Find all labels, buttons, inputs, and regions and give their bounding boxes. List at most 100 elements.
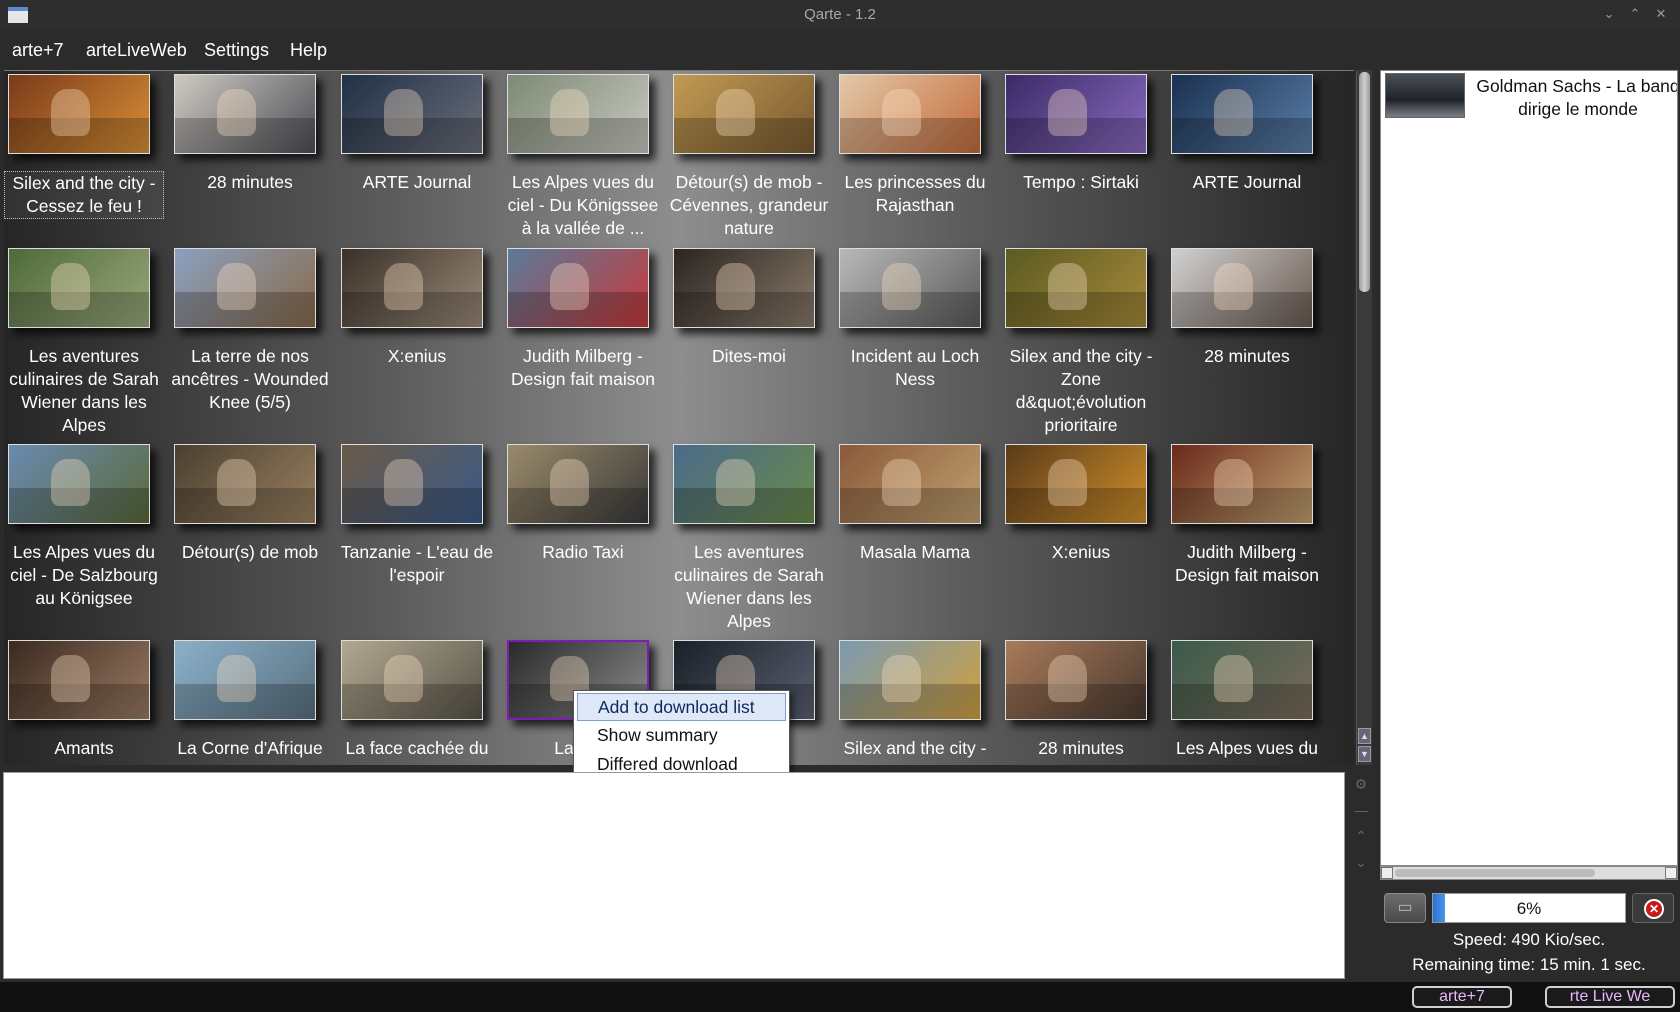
move-up-icon[interactable]: ⌃	[1353, 828, 1369, 844]
cancel-download-button[interactable]: ✕	[1632, 893, 1674, 923]
download-thumbnail	[1385, 73, 1465, 118]
video-thumbnail[interactable]	[341, 444, 483, 524]
window-title: Qarte - 1.2	[804, 6, 876, 23]
video-thumbnail[interactable]	[174, 248, 316, 328]
download-speed: Speed: 490 Kio/sec.	[1452, 930, 1606, 949]
video-title: Silex and the city - Cessez le feu !	[4, 171, 164, 219]
scrollbar-handle[interactable]	[1359, 72, 1370, 292]
video-thumbnail[interactable]	[1171, 248, 1313, 328]
video-title: Détour(s) de mob	[181, 542, 319, 562]
thumbnail-figure	[51, 89, 91, 136]
video-title: 28 minutes	[207, 172, 293, 192]
download-progress-bar: 6%	[1432, 893, 1626, 923]
progress-text: 6%	[1516, 899, 1542, 918]
thumbnail-figure	[1214, 655, 1254, 702]
move-down-icon[interactable]: ⌄	[1353, 854, 1369, 870]
video-thumbnail[interactable]	[1005, 248, 1147, 328]
video-thumbnail[interactable]	[1171, 444, 1313, 524]
hscrollbar-handle[interactable]	[1395, 869, 1595, 877]
video-thumbnail[interactable]	[174, 640, 316, 720]
video-thumbnail[interactable]	[507, 444, 649, 524]
video-thumbnail[interactable]	[673, 444, 815, 524]
download-list-hscrollbar[interactable]	[1380, 866, 1678, 880]
menu-arte7[interactable]: arte+7	[12, 40, 64, 61]
video-thumbnail[interactable]	[8, 640, 150, 720]
grid-scrollbar[interactable]: ▲ ▼	[1356, 70, 1372, 765]
minus-icon[interactable]: —	[1353, 802, 1369, 818]
video-thumbnail[interactable]	[673, 248, 815, 328]
video-title: Masala Mama	[860, 542, 970, 562]
video-thumbnail[interactable]	[839, 640, 981, 720]
video-thumbnail[interactable]	[1171, 640, 1313, 720]
show-summary-item[interactable]: Show summary	[577, 722, 786, 750]
video-thumbnail[interactable]	[1005, 640, 1147, 720]
video-title: ARTE Journal	[1192, 172, 1302, 192]
video-thumbnail[interactable]	[839, 444, 981, 524]
menu-artelive[interactable]: arteLiveWeb	[86, 40, 187, 61]
video-title: Les princesses du Rajasthan	[844, 172, 986, 215]
video-thumbnail[interactable]	[507, 248, 649, 328]
progress-row: ▭ 6% ✕	[1384, 893, 1674, 923]
thumbnail-figure	[384, 263, 424, 310]
status-tab-artelive[interactable]: rte Live We	[1545, 986, 1675, 1008]
video-thumbnail[interactable]	[341, 248, 483, 328]
video-thumbnail[interactable]	[1005, 74, 1147, 154]
status-tab-arte7[interactable]: arte+7	[1412, 986, 1512, 1008]
thumbnail-figure	[1214, 263, 1254, 310]
video-title: Tanzanie - L'eau de l'espoir	[340, 542, 494, 585]
video-title: Les Alpes vues du ciel - De Salzbourg au…	[10, 542, 158, 608]
thumbnail-figure	[384, 89, 424, 136]
menu-settings[interactable]: Settings	[204, 40, 269, 61]
thumbnail-figure	[217, 459, 257, 506]
thumbnail-figure	[217, 263, 257, 310]
video-title: Amants	[54, 738, 114, 758]
thumbnail-figure	[51, 655, 91, 702]
video-title: ARTE Journal	[362, 172, 472, 192]
video-thumbnail[interactable]	[174, 444, 316, 524]
video-thumbnail[interactable]	[673, 74, 815, 154]
thumbnail-figure	[550, 89, 590, 136]
thumbnail-figure	[716, 263, 756, 310]
video-thumbnail[interactable]	[839, 248, 981, 328]
video-title: La face cachée du	[345, 738, 489, 758]
video-thumbnail[interactable]	[8, 74, 150, 154]
download-item[interactable]: Goldman Sachs - La banq dirige le monde	[1385, 73, 1678, 121]
thumbnail-figure	[217, 655, 257, 702]
video-thumbnail[interactable]	[8, 444, 150, 524]
video-title: X:enius	[387, 346, 447, 366]
video-thumbnail[interactable]	[1171, 74, 1313, 154]
side-tools: ⚙ — ⌃ ⌄	[1350, 772, 1372, 887]
video-thumbnail[interactable]	[341, 74, 483, 154]
summary-area[interactable]	[3, 772, 1345, 979]
thumbnail-figure	[882, 263, 922, 310]
video-thumbnail[interactable]	[507, 74, 649, 154]
download-title: Goldman Sachs - La banq dirige le monde	[1476, 76, 1678, 119]
video-thumbnail[interactable]	[8, 248, 150, 328]
video-thumbnail[interactable]	[839, 74, 981, 154]
pause-button[interactable]: ▭	[1384, 893, 1426, 923]
video-title: Incident au Loch Ness	[850, 346, 980, 389]
video-title: X:enius	[1051, 542, 1111, 562]
minimize-button[interactable]: ⌄	[1600, 6, 1618, 22]
gear-icon[interactable]: ⚙	[1353, 776, 1369, 792]
close-window-button[interactable]: ✕	[1652, 6, 1670, 22]
video-grid: Silex and the city - Cessez le feu ! 28 m…	[4, 70, 1354, 765]
scroll-right-arrow[interactable]	[1665, 867, 1677, 879]
video-thumbnail[interactable]	[174, 74, 316, 154]
download-list: Goldman Sachs - La banq dirige le monde	[1380, 70, 1678, 866]
thumbnail-figure	[217, 89, 257, 136]
video-thumbnail[interactable]	[341, 640, 483, 720]
video-title: 28 minutes	[1038, 738, 1124, 758]
scroll-left-arrow[interactable]	[1381, 867, 1393, 879]
menu-bar: arte+7 arteLiveWeb Settings Help	[0, 30, 1680, 70]
video-title: Silex and the city - Zone d&quot;évoluti…	[1009, 346, 1153, 435]
video-title: Les Alpes vues du ciel - Du Königssee à …	[507, 172, 659, 238]
scroll-up-arrow[interactable]: ▲	[1358, 728, 1371, 744]
status-bar: arte+7 rte Live We	[0, 982, 1680, 1012]
video-title: 28 minutes	[1204, 346, 1290, 366]
menu-help[interactable]: Help	[290, 40, 327, 61]
video-thumbnail[interactable]	[1005, 444, 1147, 524]
scroll-down-arrow[interactable]: ▼	[1358, 746, 1371, 762]
maximize-button[interactable]: ⌃	[1626, 6, 1644, 22]
add-to-download-list-item[interactable]: Add to download list	[577, 693, 786, 721]
